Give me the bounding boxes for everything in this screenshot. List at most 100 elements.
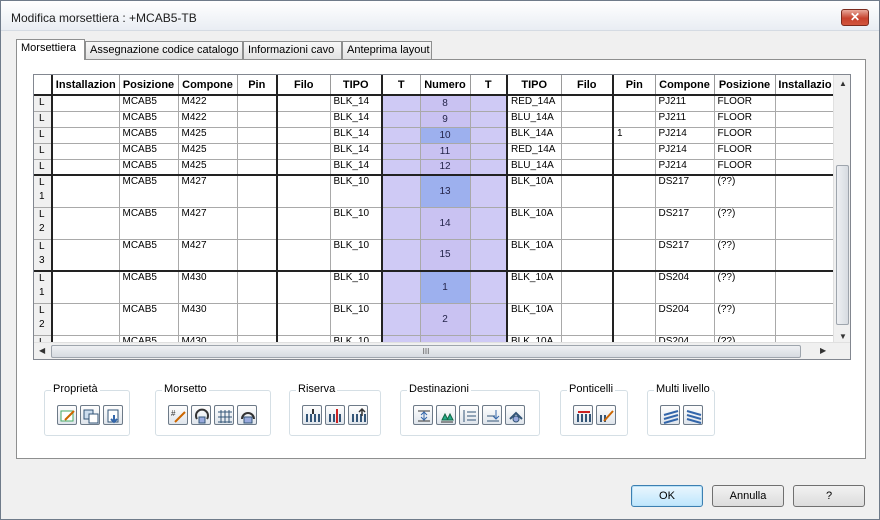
row-header[interactable]: L bbox=[34, 143, 53, 160]
cell-pin-dest[interactable] bbox=[613, 159, 656, 176]
table-row[interactable]: L 2 MCAB5 M430 BLK_10 2 BLK_10A DS204 (??) bbox=[34, 303, 836, 336]
cell-tipo[interactable]: BLK_14 bbox=[330, 159, 383, 176]
cell-componente-dest[interactable]: DS204 bbox=[655, 270, 715, 304]
cell-t-right[interactable] bbox=[470, 111, 508, 128]
table-row[interactable]: L 2 MCAB5 M427 BLK_10 14 BLK_10A DS217 (??) bbox=[34, 207, 836, 240]
cell-t-left[interactable] bbox=[381, 143, 421, 160]
cell-installazione-dest[interactable] bbox=[775, 95, 836, 112]
cell-pin-dest[interactable] bbox=[613, 303, 656, 336]
cell-componente-dest[interactable]: PJ211 bbox=[655, 111, 715, 128]
row-header[interactable]: L bbox=[34, 95, 53, 112]
scroll-up-icon[interactable]: ▲ bbox=[839, 79, 847, 88]
cell-componente[interactable]: M430 bbox=[178, 303, 238, 336]
close-button[interactable]: ✕ bbox=[841, 9, 869, 26]
cell-tipo-dest[interactable]: BLK_10A bbox=[507, 207, 562, 240]
cell-filo-dest[interactable] bbox=[561, 159, 614, 176]
cell-posizione-dest[interactable]: (??) bbox=[714, 270, 776, 304]
cell-posizione-dest[interactable]: (??) bbox=[714, 303, 776, 336]
cell-tipo-dest[interactable]: BLK_10A bbox=[507, 239, 562, 272]
col-header-tipo-dest[interactable]: TIPO bbox=[507, 75, 562, 96]
cell-pin[interactable] bbox=[237, 127, 278, 144]
cell-installazione[interactable] bbox=[52, 143, 120, 160]
cell-filo-dest[interactable] bbox=[561, 127, 614, 144]
cell-filo[interactable] bbox=[276, 174, 331, 208]
cell-filo[interactable] bbox=[276, 270, 331, 304]
table-row[interactable]: L MCAB5 M425 BLK_14 11 RED_14A PJ214 FLOOR bbox=[34, 143, 836, 160]
dest-connect-button[interactable] bbox=[505, 405, 525, 425]
cell-componente-dest[interactable]: DS217 bbox=[655, 207, 715, 240]
cell-filo[interactable] bbox=[276, 95, 331, 112]
cell-installazione[interactable] bbox=[52, 111, 120, 128]
cell-t-right[interactable] bbox=[470, 127, 508, 144]
cell-posizione[interactable]: MCAB5 bbox=[119, 207, 179, 240]
cell-installazione-dest[interactable] bbox=[775, 159, 836, 176]
reserve-add-button[interactable] bbox=[302, 405, 322, 425]
row-header[interactable]: L bbox=[34, 111, 53, 128]
cell-numero[interactable]: 14 bbox=[420, 207, 471, 240]
cell-pin[interactable] bbox=[237, 159, 278, 176]
cell-installazione-dest[interactable] bbox=[775, 207, 836, 240]
cell-installazione-dest[interactable] bbox=[775, 174, 836, 208]
cell-t-right[interactable] bbox=[470, 159, 508, 176]
copy-properties-button[interactable] bbox=[80, 405, 100, 425]
cell-componente[interactable]: M427 bbox=[178, 174, 238, 208]
cell-componente[interactable]: M425 bbox=[178, 143, 238, 160]
row-header[interactable]: L bbox=[34, 127, 53, 144]
cell-t-left[interactable] bbox=[381, 159, 421, 176]
cell-componente[interactable]: M425 bbox=[178, 159, 238, 176]
cell-filo-dest[interactable] bbox=[561, 174, 614, 208]
cell-t-left[interactable] bbox=[381, 174, 421, 208]
cell-t-left[interactable] bbox=[381, 127, 421, 144]
cell-numero[interactable]: 11 bbox=[420, 143, 471, 160]
cell-installazione[interactable] bbox=[52, 270, 120, 304]
scroll-left-icon[interactable]: ◀ bbox=[39, 346, 45, 355]
cell-filo[interactable] bbox=[276, 239, 331, 272]
cell-t-left[interactable] bbox=[381, 207, 421, 240]
cell-pin-dest[interactable] bbox=[613, 111, 656, 128]
col-header-numero[interactable]: Numero bbox=[420, 75, 471, 96]
cell-pin[interactable] bbox=[237, 270, 278, 304]
scroll-right-icon[interactable]: ▶ bbox=[820, 346, 826, 355]
cell-posizione-dest[interactable]: FLOOR bbox=[714, 143, 776, 160]
cell-filo[interactable] bbox=[276, 159, 331, 176]
cell-posizione[interactable]: MCAB5 bbox=[119, 95, 179, 112]
col-header-componente[interactable]: Compone bbox=[178, 75, 238, 96]
row-header[interactable]: L 3 bbox=[34, 239, 53, 272]
col-header-installazione-dest[interactable]: Installazio bbox=[775, 75, 836, 96]
col-header-filo[interactable]: Filo bbox=[276, 75, 331, 96]
terminal-grid-button[interactable] bbox=[214, 405, 234, 425]
table-row[interactable]: L 3 MCAB5 M427 BLK_10 15 BLK_10A DS217 (??) bbox=[34, 239, 836, 272]
cell-installazione[interactable] bbox=[52, 239, 120, 272]
vertical-scroll-thumb[interactable] bbox=[836, 165, 849, 325]
cell-componente-dest[interactable]: PJ211 bbox=[655, 95, 715, 112]
cell-tipo-dest[interactable]: BLK_10A bbox=[507, 174, 562, 208]
table-row[interactable]: L MCAB5 M422 BLK_14 9 BLU_14A PJ211 FLOOR bbox=[34, 111, 836, 128]
cell-filo-dest[interactable] bbox=[561, 207, 614, 240]
row-header[interactable]: L 2 bbox=[34, 303, 53, 336]
cell-t-left[interactable] bbox=[381, 239, 421, 272]
tab-assegnazione-codice-catalogo[interactable]: Assegnazione codice catalogo bbox=[85, 41, 243, 59]
col-header-posizione[interactable]: Posizione bbox=[119, 75, 179, 96]
cell-filo[interactable] bbox=[276, 127, 331, 144]
cell-tipo-dest[interactable]: BLK_14A bbox=[507, 127, 562, 144]
cell-filo-dest[interactable] bbox=[561, 239, 614, 272]
cell-t-right[interactable] bbox=[470, 95, 508, 112]
cell-posizione[interactable]: MCAB5 bbox=[119, 127, 179, 144]
table-row[interactable]: L 1 MCAB5 M430 BLK_10 1 BLK_10A DS204 (??) bbox=[34, 270, 836, 304]
col-header-t-left[interactable]: T bbox=[381, 75, 421, 96]
horizontal-scrollbar[interactable]: ◀ III ▶ bbox=[34, 342, 850, 359]
cell-t-left[interactable] bbox=[381, 95, 421, 112]
cell-installazione[interactable] bbox=[52, 303, 120, 336]
cell-pin[interactable] bbox=[237, 174, 278, 208]
cell-numero[interactable]: 1 bbox=[420, 270, 471, 304]
cell-t-left[interactable] bbox=[381, 111, 421, 128]
col-header-t-right[interactable]: T bbox=[470, 75, 508, 96]
col-header-pin-dest[interactable]: Pin bbox=[613, 75, 656, 96]
cell-pin[interactable] bbox=[237, 95, 278, 112]
col-header-tipo[interactable]: TIPO bbox=[330, 75, 383, 96]
ok-button[interactable]: OK bbox=[631, 485, 703, 507]
cell-t-right[interactable] bbox=[470, 303, 508, 336]
row-header[interactable]: L 1 bbox=[34, 174, 53, 208]
cell-tipo[interactable]: BLK_14 bbox=[330, 127, 383, 144]
cell-numero[interactable]: 15 bbox=[420, 239, 471, 272]
